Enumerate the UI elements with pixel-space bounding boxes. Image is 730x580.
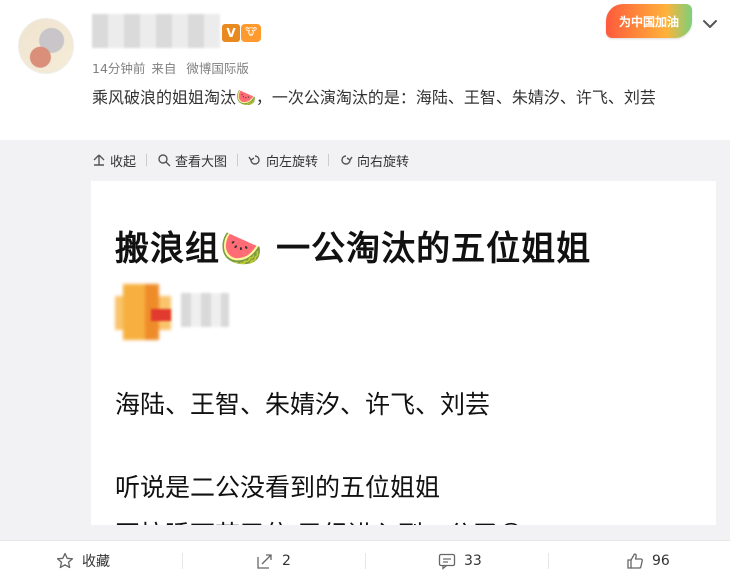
- post-header: V 🐮 14分钟前 来自 微博国际版 乘风破浪的姐姐淘汰🍉，一次公演淘汰的是：海陆…: [0, 0, 730, 140]
- repost-icon: [257, 553, 272, 569]
- image-text-line: 听说是二公没看到的五位姐姐: [115, 473, 441, 502]
- collapse-button[interactable]: 收起: [92, 151, 136, 170]
- media-toolbar: 收起 查看大图 向左旋转 向右旋转: [92, 148, 409, 172]
- zoom-icon: [158, 154, 171, 167]
- verified-badge: V: [222, 24, 240, 42]
- rotate-right-label: 向右旋转: [357, 154, 410, 170]
- favorite-button[interactable]: 收藏: [56, 541, 110, 580]
- toolbar-divider: [237, 154, 239, 166]
- repost-count: 2: [282, 552, 291, 569]
- like-count: 96: [652, 552, 670, 569]
- collapse-icon: [93, 154, 105, 166]
- like-button[interactable]: 96: [626, 541, 670, 580]
- rotate-left-label: 向左旋转: [266, 154, 319, 170]
- collapse-label: 收起: [110, 154, 137, 170]
- image-text-line: 海陆、王智、朱婧汐、许飞、刘芸: [115, 390, 491, 419]
- toolbar-divider: [328, 154, 330, 166]
- image-username: [181, 293, 229, 327]
- post-source[interactable]: 微博国际版: [186, 61, 249, 76]
- action-divider: [365, 553, 366, 569]
- image-text-line: 再拉睡下节又依 已经进入到二公了😊: [115, 515, 524, 525]
- post-text: 乘风破浪的姐姐淘汰🍉，一次公演淘汰的是：海陆、王智、朱婧汐、许飞、刘芸: [92, 88, 656, 107]
- action-bar: 收藏 2 33 96: [0, 540, 730, 580]
- comment-button[interactable]: 33: [438, 541, 482, 580]
- rotate-left-button[interactable]: 向左旋转: [248, 151, 318, 170]
- post-image[interactable]: 搬浪组🍉 一公淘汰的五位姐姐 海陆、王智、朱婧汐、许飞、刘芸 听说是二公没看到的…: [91, 181, 716, 525]
- media-area: 收起 查看大图 向左旋转 向右旋转 搬浪组🍉 一公淘汰的五位姐姐 海陆、王智、朱…: [0, 140, 730, 540]
- post-meta: 14分钟前 来自 微博国际版: [92, 58, 255, 77]
- like-icon: [627, 552, 643, 569]
- username[interactable]: [92, 14, 220, 48]
- image-avatar-detail: [151, 309, 171, 321]
- view-large-label: 查看大图: [175, 154, 228, 170]
- comment-count: 33: [464, 552, 482, 569]
- star-icon: [56, 552, 74, 568]
- source-prefix: 来自: [151, 61, 177, 76]
- image-title: 搬浪组🍉 一公淘汰的五位姐姐: [115, 229, 592, 269]
- rotate-right-icon: [341, 155, 353, 165]
- comment-icon: [438, 553, 456, 570]
- repost-button[interactable]: 2: [256, 541, 291, 580]
- rotate-left-icon: [248, 155, 260, 165]
- action-divider: [548, 553, 549, 569]
- toolbar-divider: [146, 154, 148, 166]
- favorite-label: 收藏: [82, 553, 110, 570]
- post-time[interactable]: 14分钟前: [92, 61, 145, 76]
- view-large-button[interactable]: 查看大图: [157, 151, 227, 170]
- promo-badge[interactable]: 为中国加油: [606, 4, 692, 38]
- fan-badge: 🐮: [241, 24, 261, 42]
- avatar[interactable]: [18, 18, 74, 74]
- action-divider: [182, 553, 183, 569]
- chevron-down-icon[interactable]: [700, 14, 720, 34]
- rotate-right-button[interactable]: 向右旋转: [339, 151, 409, 170]
